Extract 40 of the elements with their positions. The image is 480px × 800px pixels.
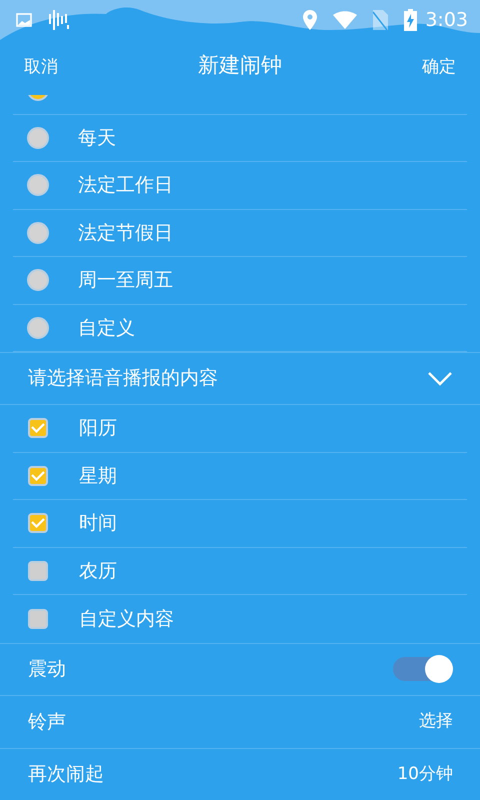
broadcast-option[interactable]: 时间 — [13, 500, 467, 548]
checkbox[interactable] — [28, 608, 48, 629]
repeat-option[interactable]: 自定义 — [13, 304, 467, 352]
checkbox[interactable] — [28, 418, 48, 438]
repeat-option[interactable]: 每天 — [13, 114, 467, 162]
section-title: 请选择语音播报的内容 — [28, 366, 218, 392]
cancel-button[interactable]: 取消 — [24, 54, 58, 80]
battery-charging-icon — [404, 9, 418, 31]
setting-value[interactable]: 选择 — [419, 709, 453, 734]
screen-title: 新建闹钟 — [198, 53, 282, 77]
broadcast-option[interactable]: 阳历 — [13, 405, 467, 452]
radio-button[interactable] — [27, 316, 49, 339]
check-icon — [31, 518, 45, 528]
broadcast-option[interactable]: 自定义内容 — [13, 595, 467, 642]
checkbox[interactable] — [28, 466, 48, 486]
clock-time: 3:03 — [425, 8, 468, 33]
confirm-button[interactable]: 确定 — [422, 54, 456, 80]
repeat-option[interactable]: 周一至周五 — [13, 257, 467, 304]
checkbox[interactable] — [28, 513, 48, 534]
check-icon — [31, 470, 45, 481]
wifi-icon — [333, 11, 358, 29]
setting-label: 铃声 — [28, 710, 66, 734]
radio-button[interactable] — [27, 174, 49, 196]
radio-button[interactable] — [27, 126, 49, 149]
waveform-icon — [48, 10, 70, 30]
image-icon — [16, 13, 32, 27]
checkbox[interactable] — [28, 560, 48, 581]
broadcast-option[interactable]: 农历 — [13, 548, 467, 595]
location-icon — [303, 10, 318, 30]
check-icon — [31, 423, 45, 434]
radio-button[interactable] — [27, 222, 49, 244]
no-sim-icon — [373, 10, 388, 30]
setting-label: 震动 — [28, 657, 66, 682]
radio-button[interactable] — [27, 269, 49, 292]
setting-value[interactable]: 10分钟 — [397, 762, 453, 787]
repeat-option[interactable]: 法定工作日 — [13, 162, 467, 210]
broadcast-option[interactable]: 星期 — [13, 452, 467, 500]
repeat-option[interactable]: 法定节假日 — [13, 210, 467, 257]
toggle-switch[interactable] — [393, 657, 453, 682]
setting-label: 再次闹起 — [28, 762, 104, 787]
